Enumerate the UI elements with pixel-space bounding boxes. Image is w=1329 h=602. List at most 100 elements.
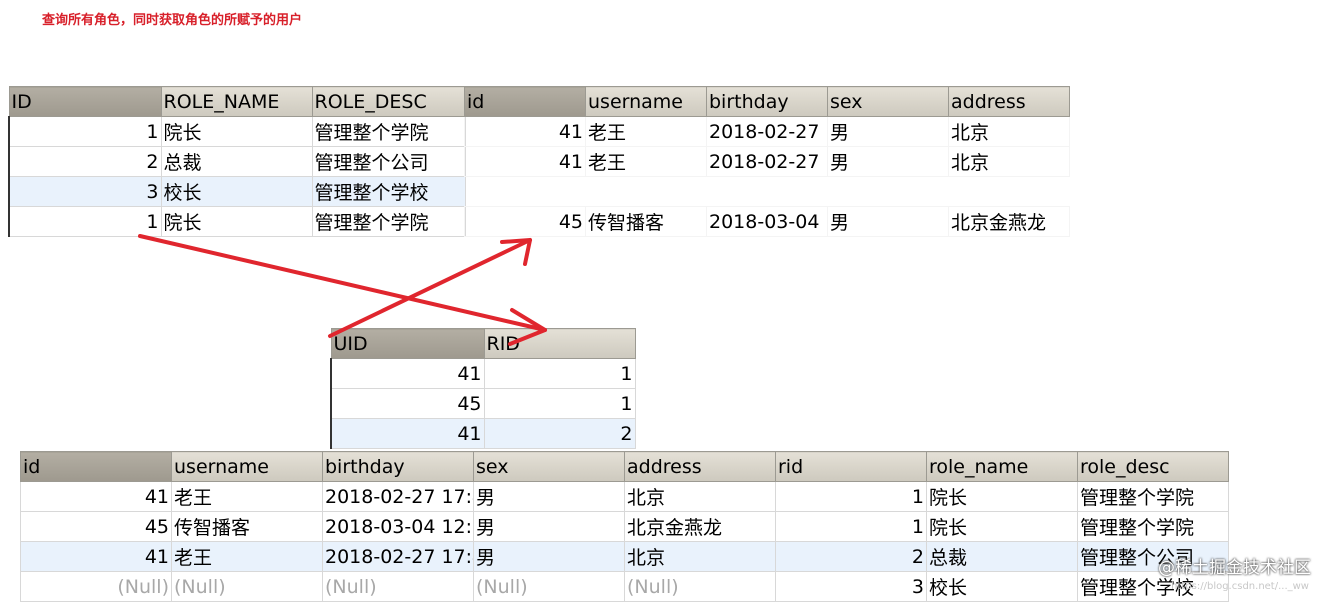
col-header[interactable]: ID [8,86,162,117]
table-row[interactable]: 45 传智播客 2018-03-04 1 男 北京金燕龙 [464,206,1070,237]
cell-birthday[interactable]: 2018-03-04 12:0 [322,511,474,542]
role-table-header: ID ROLE_NAME ROLE_DESC [8,86,466,117]
cell-address[interactable]: (Null) [624,571,776,602]
col-header[interactable]: ROLE_DESC [311,86,466,117]
cell-address[interactable]: 北京 [948,116,1070,147]
cell-uid[interactable]: 41 [330,418,485,449]
cell-username[interactable]: 老王 [585,116,707,147]
col-header[interactable]: RID [483,328,636,359]
cell-role-name[interactable]: 总裁 [926,541,1078,572]
user-table-header: id username birthday sex address [464,86,1070,117]
cell-username[interactable]: 老王 [171,481,323,512]
table-row[interactable]: 1 院长 管理整个学院 [8,206,466,237]
cell-sex[interactable]: 男 [473,481,625,512]
col-header[interactable]: birthday [706,86,828,117]
cell-sex[interactable]: 男 [827,206,949,237]
cell-rid[interactable]: 2 [483,418,636,449]
cell-address[interactable]: 北京 [624,481,776,512]
table-row[interactable]: 41 老王 2018-02-27 17:4 男 北京 1 院长 管理整个学院 [20,481,1229,512]
cell-id[interactable]: 45 [464,206,586,237]
cell-sex[interactable]: 男 [827,116,949,147]
table-row[interactable]: 41 2 [330,418,636,449]
col-header[interactable]: address [948,86,1070,117]
cell-role-name[interactable]: 院长 [160,116,313,147]
cell-role-name[interactable]: 院长 [160,206,313,237]
col-header[interactable]: username [585,86,707,117]
cell-rid[interactable]: 1 [775,511,927,542]
cell-birthday[interactable]: 2018-02-27 17:4 [322,481,474,512]
cell-role-name[interactable]: 院长 [926,511,1078,542]
cell-role-desc[interactable]: 管理整个学院 [311,206,466,237]
col-header[interactable]: role_desc [1077,451,1229,482]
cell-username[interactable]: 传智播客 [585,206,707,237]
cell-username[interactable]: (Null) [171,571,323,602]
cell-rid[interactable]: 2 [775,541,927,572]
table-row[interactable]: 45 传智播客 2018-03-04 12:0 男 北京金燕龙 1 院长 管理整… [20,511,1229,542]
col-header[interactable]: birthday [322,451,474,482]
cell-id[interactable]: 2 [8,146,162,177]
cell-role-desc[interactable]: 管理整个学院 [311,116,466,147]
cell-role-name[interactable]: 总裁 [160,146,313,177]
cell-id[interactable]: 41 [20,541,172,572]
role-table: ID ROLE_NAME ROLE_DESC 1 院长 管理整个学院 2 总裁 … [8,86,466,237]
col-header[interactable]: UID [330,328,485,359]
table-row-empty [465,177,1070,207]
cell-role-desc[interactable]: 管理整个学院 [1077,481,1229,512]
table-row[interactable]: 1 院长 管理整个学院 [8,116,466,147]
table-row[interactable]: (Null) (Null) (Null) (Null) (Null) 3 校长 … [20,571,1229,602]
cell-id[interactable]: (Null) [20,571,172,602]
col-header[interactable]: role_name [926,451,1078,482]
cell-id[interactable]: 1 [8,206,162,237]
cell-birthday[interactable]: (Null) [322,571,474,602]
cell-id[interactable]: 41 [464,146,586,177]
cell-birthday[interactable]: 2018-03-04 1 [706,206,828,237]
col-header[interactable]: sex [473,451,625,482]
cell-rid[interactable]: 1 [483,358,636,389]
cell-sex[interactable]: (Null) [473,571,625,602]
cell-username[interactable]: 老王 [585,146,707,177]
cell-birthday[interactable]: 2018-02-27 1 [706,146,828,177]
col-header[interactable]: ROLE_NAME [160,86,313,117]
cell-role-desc[interactable]: 管理整个学校 [311,176,466,207]
cell-address[interactable]: 北京 [948,146,1070,177]
cell-role-desc[interactable]: 管理整个公司 [311,146,466,177]
cell-id[interactable]: 41 [20,481,172,512]
cell-sex[interactable]: 男 [827,146,949,177]
cell-role-name[interactable]: 校长 [160,176,313,207]
table-row[interactable]: 3 校长 管理整个学校 [8,176,466,207]
cell-role-desc[interactable]: 管理整个学院 [1077,511,1229,542]
cell-rid[interactable]: 3 [775,571,927,602]
cell-id[interactable]: 41 [464,116,586,147]
table-row[interactable]: 45 1 [330,388,636,419]
cell-uid[interactable]: 45 [330,388,485,419]
cell-role-name[interactable]: 校长 [926,571,1078,602]
cell-rid[interactable]: 1 [775,481,927,512]
cell-sex[interactable]: 男 [473,541,625,572]
table-row[interactable]: 2 总裁 管理整个公司 [8,146,466,177]
col-header[interactable]: id [464,86,586,117]
table-row[interactable]: 41 1 [330,358,636,389]
table-row[interactable]: 41 老王 2018-02-27 17:4 男 北京 2 总裁 管理整个公司 [20,541,1229,572]
cell-id[interactable]: 3 [8,176,162,207]
table-row[interactable]: 41 老王 2018-02-27 1 男 北京 [464,116,1070,147]
col-header[interactable]: address [624,451,776,482]
cell-uid[interactable]: 41 [330,358,485,389]
cell-id[interactable]: 45 [20,511,172,542]
cell-address[interactable]: 北京 [624,541,776,572]
cell-address[interactable]: 北京金燕龙 [624,511,776,542]
cell-username[interactable]: 传智播客 [171,511,323,542]
col-header[interactable]: username [171,451,323,482]
cell-username[interactable]: 老王 [171,541,323,572]
cell-birthday[interactable]: 2018-02-27 1 [706,116,828,147]
cell-birthday[interactable]: 2018-02-27 17:4 [322,541,474,572]
col-header[interactable]: rid [775,451,927,482]
cell-id[interactable]: 1 [8,116,162,147]
col-header[interactable]: sex [827,86,949,117]
cell-sex[interactable]: 男 [473,511,625,542]
result-table: id username birthday sex address rid rol… [20,451,1229,602]
table-row[interactable]: 41 老王 2018-02-27 1 男 北京 [464,146,1070,177]
cell-address[interactable]: 北京金燕龙 [948,206,1070,237]
cell-role-name[interactable]: 院长 [926,481,1078,512]
col-header[interactable]: id [20,451,172,482]
cell-rid[interactable]: 1 [483,388,636,419]
